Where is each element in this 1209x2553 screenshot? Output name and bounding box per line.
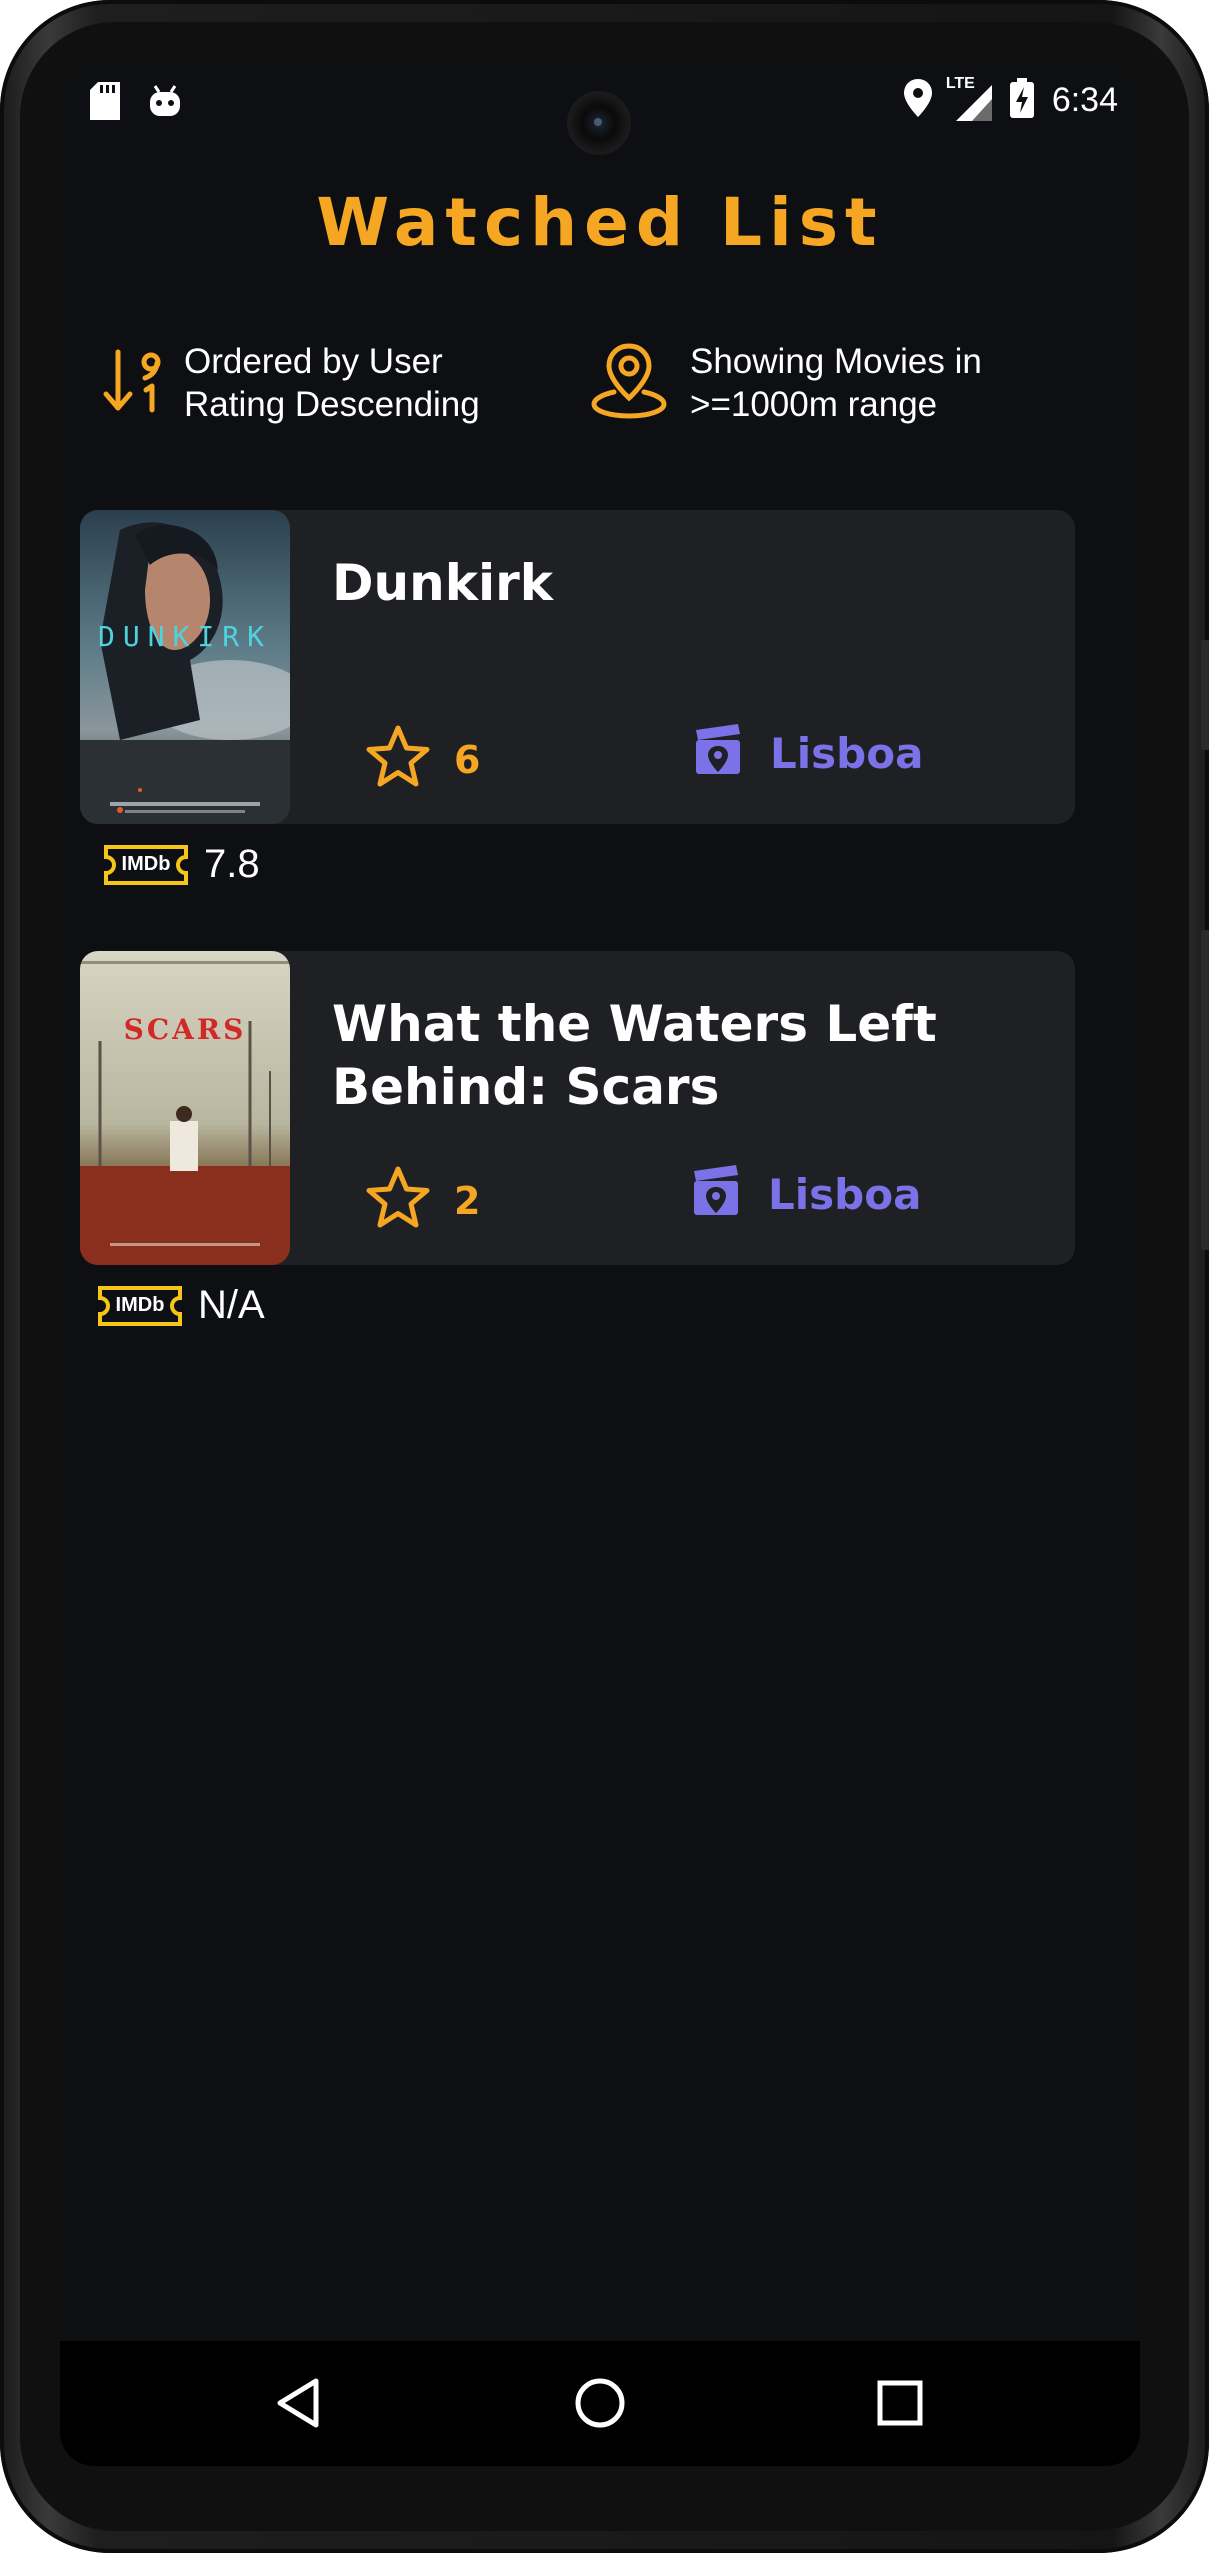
sort-descending-icon: [102, 346, 162, 421]
movie-title: Dunkirk: [332, 554, 553, 612]
device-frame: LTE 6:34 Watched List Ordered by User Ra…: [0, 0, 1209, 2553]
star-icon: [364, 1165, 432, 1236]
page-title: Watched List: [316, 184, 884, 261]
imdb-rating-value: 7.8: [204, 842, 260, 886]
cinema-name: Lisboa: [770, 729, 924, 778]
user-rating-value: 6: [454, 737, 481, 782]
front-camera: [570, 94, 628, 152]
cinema-location-icon: [690, 722, 744, 785]
poster-title: DUNKIRK: [97, 620, 272, 653]
movie-card[interactable]: SCARS What the Waters Left Behind: Scars…: [80, 951, 1075, 1265]
range-info[interactable]: Showing Movies in >=1000m range: [590, 340, 982, 426]
location-icon: [903, 79, 932, 122]
map-pin-icon: [590, 342, 668, 425]
movie-poster: SCARS: [80, 951, 290, 1265]
home-icon[interactable]: [570, 2373, 630, 2438]
filter-info-row: Ordered by User Rating Descending Showin…: [60, 340, 1140, 440]
poster-title: SCARS: [123, 1013, 247, 1046]
imdb-rating: IMDb 7.8: [104, 842, 260, 887]
cinema-name: Lisboa: [768, 1170, 922, 1219]
imdb-label: IMDb: [115, 1293, 165, 1316]
movie-card[interactable]: DUNKIRK Dunkirk 6 Lisboa: [80, 510, 1075, 824]
volume-button: [1201, 930, 1209, 1250]
lte-signal-icon: LTE: [946, 75, 992, 121]
screen: LTE 6:34 Watched List Ordered by User Ra…: [60, 66, 1140, 2466]
user-rating: 6: [364, 724, 480, 795]
navigation-bar: [60, 2341, 1140, 2466]
imdb-label: IMDb: [121, 852, 171, 875]
star-icon: [364, 724, 432, 795]
android-icon: [148, 84, 182, 123]
imdb-icon: IMDb: [104, 844, 188, 885]
back-icon[interactable]: [270, 2373, 330, 2438]
imdb-icon: IMDb: [98, 1285, 182, 1326]
status-clock: 6:34: [1051, 81, 1118, 119]
order-info[interactable]: Ordered by User Rating Descending: [102, 340, 480, 426]
sd-card-icon: [90, 82, 120, 125]
imdb-rating-value: N/A: [198, 1283, 265, 1327]
movie-poster: DUNKIRK: [80, 510, 290, 824]
recents-icon[interactable]: [870, 2373, 930, 2438]
movie-title: What the Waters Left Behind: Scars: [332, 995, 937, 1116]
user-rating: 2: [364, 1165, 480, 1236]
user-rating-value: 2: [454, 1178, 481, 1223]
lte-label: LTE: [945, 74, 975, 92]
imdb-rating: IMDb N/A: [98, 1283, 265, 1328]
cinema-location[interactable]: Lisboa: [688, 1163, 921, 1226]
range-info-text: Showing Movies in >=1000m range: [690, 342, 982, 424]
power-button: [1201, 640, 1209, 750]
battery-charging-icon: [1009, 78, 1034, 123]
cinema-location-icon: [688, 1163, 742, 1226]
cinema-location[interactable]: Lisboa: [690, 722, 923, 785]
order-info-text: Ordered by User Rating Descending: [184, 342, 480, 424]
